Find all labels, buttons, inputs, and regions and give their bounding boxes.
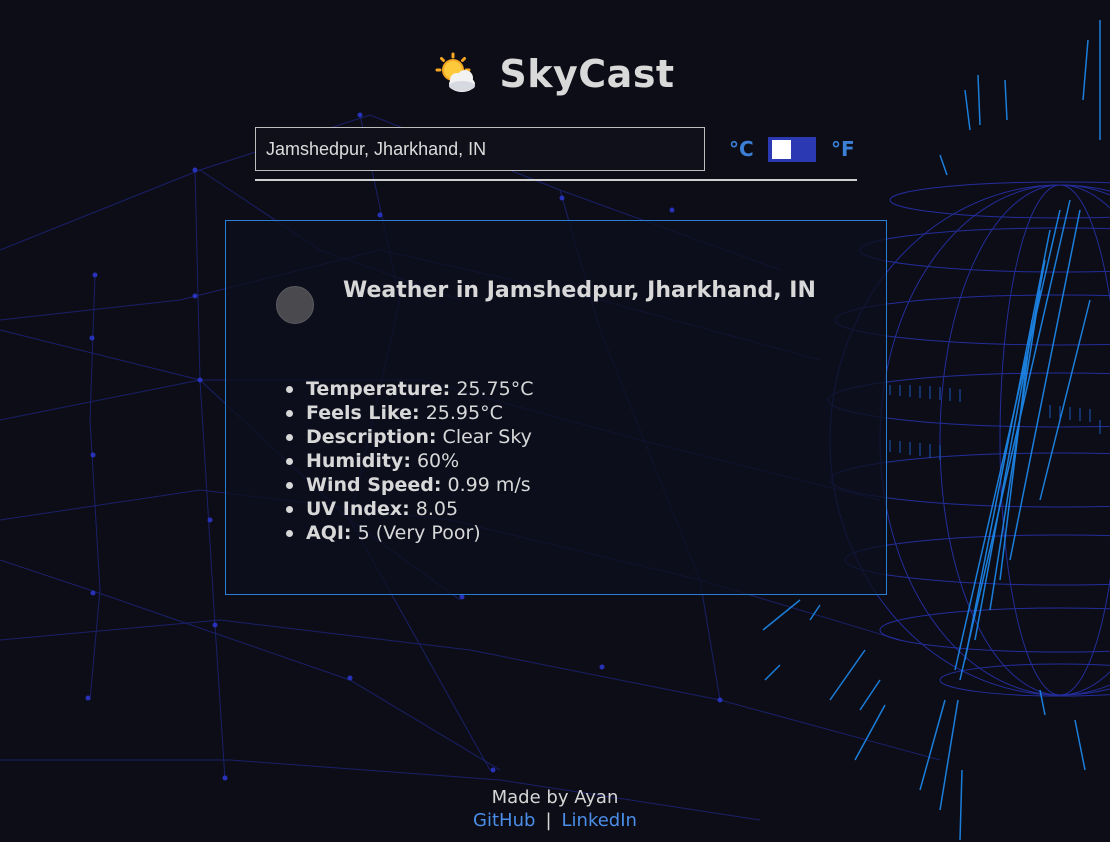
weather-condition-icon [276,286,314,324]
list-item: Wind Speed: 0.99 m/s [285,473,533,497]
celsius-label: °C [729,137,754,161]
city-search-input[interactable] [255,127,705,171]
app-header: SkyCast [0,48,1110,100]
fahrenheit-label: °F [831,137,855,161]
unit-toggle-switch[interactable] [768,137,816,162]
sun-behind-cloud-icon [435,52,479,96]
list-item: UV Index: 8.05 [285,497,533,521]
linkedin-link[interactable]: LinkedIn [562,810,637,831]
weather-card: Weather in Jamshedpur, Jharkhand, IN Tem… [225,220,887,595]
footer-links: GitHub | LinkedIn [0,809,1110,832]
app-root: SkyCast °C °F Weather in Jamshedpur, Jha… [0,0,1110,842]
list-item: AQI: 5 (Very Poor) [285,521,533,545]
github-link[interactable]: GitHub [473,810,535,831]
made-by-text: Made by Ayan [491,787,619,808]
search-bar: °C °F [255,127,857,181]
app-title: SkyCast [499,52,675,96]
list-item: Description: Clear Sky [285,426,532,448]
weather-details-list: Temperature: 25.75°C Feels Like: 25.95°C… [285,377,534,545]
link-separator: | [545,810,552,831]
footer: Made by Ayan GitHub | LinkedIn [0,786,1110,832]
toggle-knob [772,140,791,159]
list-item: Feels Like: 25.95°C [285,401,533,425]
list-item: Temperature: 25.75°C [285,378,534,400]
weather-heading: Weather in Jamshedpur, Jharkhand, IN [343,278,816,303]
list-item: Humidity: 60% [285,449,533,473]
